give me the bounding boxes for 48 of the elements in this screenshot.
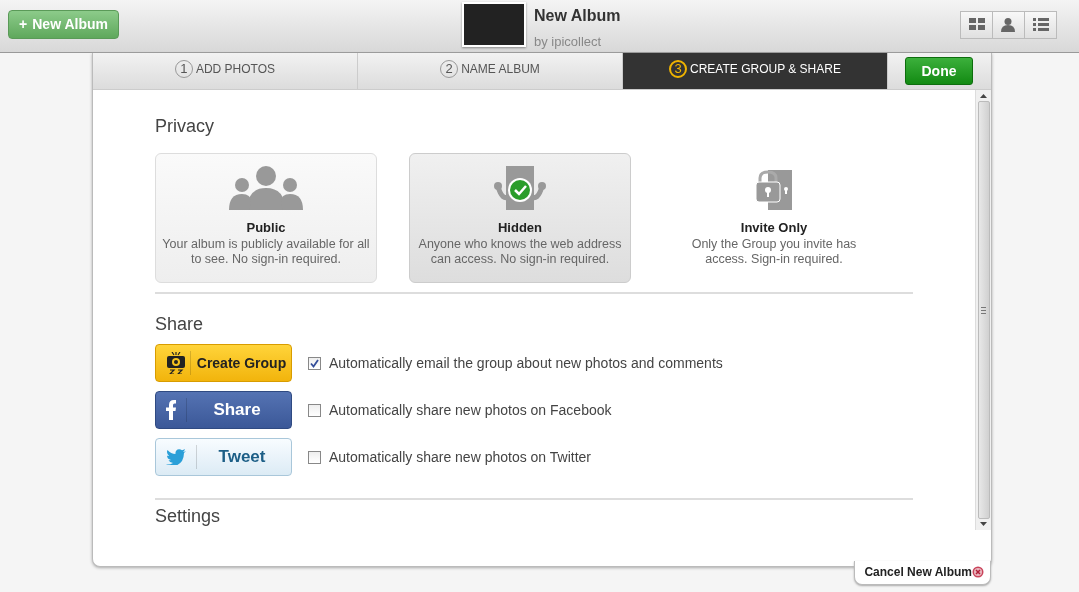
privacy-option[interactable]: Hidden Anyone who knows the web address can access. No sign-in required. [409, 152, 631, 283]
album-owner: by ipicollect [534, 33, 603, 51]
view-button[interactable] [992, 11, 1025, 39]
camera-icon [166, 352, 186, 375]
privacy-option[interactable]: Public Your album is publicly available for all to see. No sign-in required. [155, 152, 377, 283]
scroll-down-icon [980, 522, 987, 526]
checkbox[interactable] [308, 356, 321, 370]
share-button[interactable]: Tweet [155, 438, 292, 477]
option-title: Public [246, 218, 286, 237]
option-label: Automatically share new photos on Twitter [329, 447, 591, 467]
section-heading: Settings [155, 506, 222, 528]
grid-icon [968, 18, 985, 32]
option-label: Automatically share new photos on Facebook [329, 400, 612, 420]
album-title: New Album [534, 6, 621, 26]
share-button[interactable]: Create Group [155, 344, 292, 383]
facebook-icon [166, 400, 176, 421]
privacy-option[interactable]: Invite Only Only the Group you invite has access. Sign-in required. [663, 152, 885, 283]
step-tab[interactable]: 3 CREATE GROUP & SHARE [623, 53, 888, 89]
cancel-link[interactable]: Cancel New Album [854, 561, 991, 585]
list-icon [1032, 18, 1049, 32]
close-icon [972, 566, 984, 578]
share-button[interactable]: Share [155, 391, 292, 430]
option-description: Your album is publicly available for all to see. No sign-in required. [161, 237, 371, 268]
checkbox[interactable] [308, 450, 321, 464]
person-icon [1000, 18, 1017, 32]
scrollbar[interactable] [975, 90, 991, 530]
section-heading: Privacy [155, 116, 215, 138]
done-button[interactable]: Done [905, 57, 973, 85]
plus-icon: + [19, 14, 28, 35]
step-tab[interactable]: 1 ADD PHOTOS [93, 53, 358, 89]
option-label: Automatically email the group about new photos and comments [329, 353, 723, 373]
lock-door-icon [756, 169, 792, 210]
checkmark-icon [310, 358, 319, 368]
option-title: Hidden [497, 218, 543, 237]
view-button[interactable] [1024, 11, 1057, 39]
section-heading: Share [155, 313, 205, 336]
step-number: 3 [669, 60, 688, 78]
view-button[interactable] [960, 11, 993, 39]
scroll-up-icon [980, 94, 987, 98]
option-description: Only the Group you invite has access. Sign-in required. [690, 237, 858, 268]
option-description: Anyone who knows the web address can access. No sign-in required. [417, 237, 623, 268]
album-cover [462, 2, 526, 47]
checkbox[interactable] [308, 403, 321, 417]
door-check-icon [494, 165, 546, 210]
option-title: Invite Only [740, 218, 808, 237]
people-icon [229, 165, 303, 210]
bird-icon [166, 449, 186, 466]
grip-icon [981, 306, 986, 314]
